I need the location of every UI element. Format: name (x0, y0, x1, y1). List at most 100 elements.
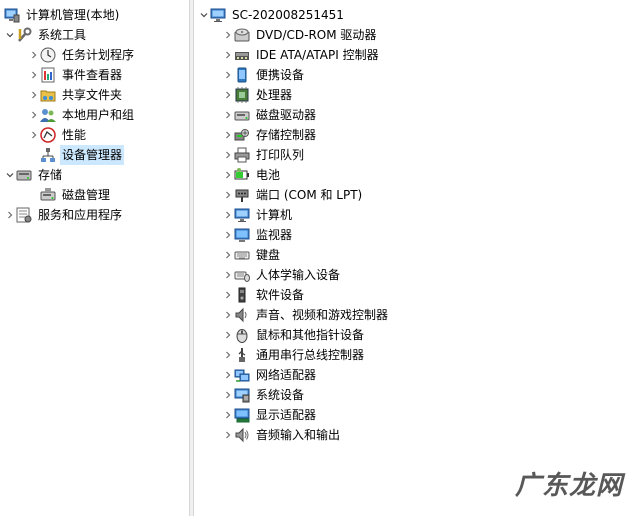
device-tree-pane: SC-202008251451 DVD/CD-ROM 驱动器 IDE ATA/AT… (194, 0, 637, 516)
tree-label: 事件查看器 (62, 68, 123, 82)
storage-controller-icon (234, 127, 250, 143)
event-viewer-icon (40, 67, 56, 83)
device-category[interactable]: DVD/CD-ROM 驱动器 (222, 25, 378, 45)
chevron-down-icon[interactable] (198, 5, 210, 25)
audio-io-icon (234, 427, 250, 443)
device-category[interactable]: 键盘 (222, 245, 282, 265)
device-category-label: 鼠标和其他指针设备 (256, 328, 365, 342)
chevron-right-icon[interactable] (222, 85, 234, 105)
device-category[interactable]: 磁盘驱动器 (222, 105, 318, 125)
tree-item-disk-management[interactable]: 磁盘管理 (40, 185, 112, 205)
device-category-label: 计算机 (256, 208, 293, 222)
disk-management-icon (40, 187, 56, 203)
chevron-right-icon[interactable] (28, 125, 40, 145)
disk-drive-icon (234, 107, 250, 123)
device-category[interactable]: 存储控制器 (222, 125, 318, 145)
chevron-down-icon[interactable] (4, 25, 16, 45)
device-category[interactable]: 系统设备 (222, 385, 306, 405)
chevron-right-icon[interactable] (222, 405, 234, 425)
device-manager-icon (40, 147, 56, 163)
watermark-logo: 广东龙网 (514, 471, 623, 501)
chevron-right-icon[interactable] (222, 125, 234, 145)
chevron-right-icon[interactable] (222, 365, 234, 385)
dvd-drive-icon (234, 27, 250, 43)
device-category[interactable]: 监视器 (222, 225, 294, 245)
console-tree-pane: 计算机管理(本地) 系统工具 任务计划程序 事件查看器 共享文件夹 本地用户和组… (0, 0, 189, 516)
tree-label: 性能 (62, 128, 87, 142)
device-category-label: 端口 (COM 和 LPT) (256, 188, 363, 202)
shared-folder-icon (40, 87, 56, 103)
tree-item-computer-management[interactable]: 计算机管理(本地) (4, 5, 121, 25)
device-category[interactable]: 音频输入和输出 (222, 425, 342, 445)
tree-label: 服务和应用程序 (38, 208, 123, 222)
chevron-down-icon[interactable] (4, 165, 16, 185)
chevron-right-icon[interactable] (222, 285, 234, 305)
chevron-right-icon[interactable] (222, 305, 234, 325)
chevron-right-icon[interactable] (222, 425, 234, 445)
chevron-right-icon[interactable] (222, 25, 234, 45)
chevron-right-icon[interactable] (4, 205, 16, 225)
device-tree-root[interactable]: SC-202008251451 (198, 5, 346, 25)
users-icon (40, 107, 56, 123)
ide-controller-icon (234, 47, 250, 63)
chevron-right-icon[interactable] (28, 105, 40, 125)
device-category[interactable]: 网络适配器 (222, 365, 318, 385)
chevron-right-icon[interactable] (28, 45, 40, 65)
device-category-label: 人体学输入设备 (256, 268, 341, 282)
device-category[interactable]: 通用串行总线控制器 (222, 345, 366, 365)
chevron-right-icon[interactable] (28, 85, 40, 105)
chevron-right-icon[interactable] (222, 45, 234, 65)
chevron-right-icon[interactable] (222, 165, 234, 185)
chevron-right-icon[interactable] (222, 385, 234, 405)
printer-icon (234, 147, 250, 163)
tree-item-event-viewer[interactable]: 事件查看器 (28, 65, 124, 85)
software-device-icon (234, 287, 250, 303)
device-category[interactable]: 电池 (222, 165, 282, 185)
tree-item-device-manager[interactable]: 设备管理器 (40, 145, 125, 165)
tree-label: 磁盘管理 (62, 188, 111, 202)
device-category[interactable]: 显示适配器 (222, 405, 318, 425)
device-category[interactable]: 打印队列 (222, 145, 306, 165)
device-category[interactable]: 鼠标和其他指针设备 (222, 325, 366, 345)
chevron-right-icon[interactable] (222, 65, 234, 85)
monitor-icon (234, 227, 250, 243)
device-category-label: 软件设备 (256, 288, 305, 302)
chevron-right-icon[interactable] (222, 105, 234, 125)
device-category[interactable]: IDE ATA/ATAPI 控制器 (222, 45, 381, 65)
chevron-right-icon[interactable] (222, 185, 234, 205)
tree-label: 系统工具 (38, 28, 87, 42)
mouse-icon (234, 327, 250, 343)
chevron-right-icon[interactable] (222, 205, 234, 225)
device-category-label: 监视器 (256, 228, 293, 242)
chevron-right-icon[interactable] (28, 65, 40, 85)
tree-item-services-apps[interactable]: 服务和应用程序 (4, 205, 124, 225)
performance-icon (40, 127, 56, 143)
display-adapter-icon (234, 407, 250, 423)
battery-icon (234, 167, 250, 183)
chevron-right-icon[interactable] (222, 325, 234, 345)
device-category[interactable]: 软件设备 (222, 285, 306, 305)
tree-label: 计算机管理(本地) (26, 8, 120, 22)
network-adapter-icon (234, 367, 250, 383)
computer-icon (210, 7, 226, 23)
tree-item-local-users[interactable]: 本地用户和组 (28, 105, 136, 125)
chevron-right-icon[interactable] (222, 225, 234, 245)
device-category[interactable]: 便携设备 (222, 65, 306, 85)
tree-item-task-scheduler[interactable]: 任务计划程序 (28, 45, 136, 65)
device-category-label: 电池 (256, 168, 281, 182)
device-category[interactable]: 计算机 (222, 205, 294, 225)
chevron-right-icon[interactable] (222, 245, 234, 265)
tree-item-performance[interactable]: 性能 (28, 125, 88, 145)
device-category[interactable]: 人体学输入设备 (222, 265, 342, 285)
computer-name: SC-202008251451 (232, 8, 344, 22)
tree-item-shared-folders[interactable]: 共享文件夹 (28, 85, 124, 105)
device-category[interactable]: 处理器 (222, 85, 294, 105)
chevron-right-icon[interactable] (222, 345, 234, 365)
device-category[interactable]: 端口 (COM 和 LPT) (222, 185, 364, 205)
chevron-right-icon[interactable] (222, 265, 234, 285)
device-category-label: 处理器 (256, 88, 293, 102)
device-category[interactable]: 声音、视频和游戏控制器 (222, 305, 390, 325)
tree-item-storage[interactable]: 存储 (4, 165, 64, 185)
chevron-right-icon[interactable] (222, 145, 234, 165)
tree-item-system-tools[interactable]: 系统工具 (4, 25, 88, 45)
